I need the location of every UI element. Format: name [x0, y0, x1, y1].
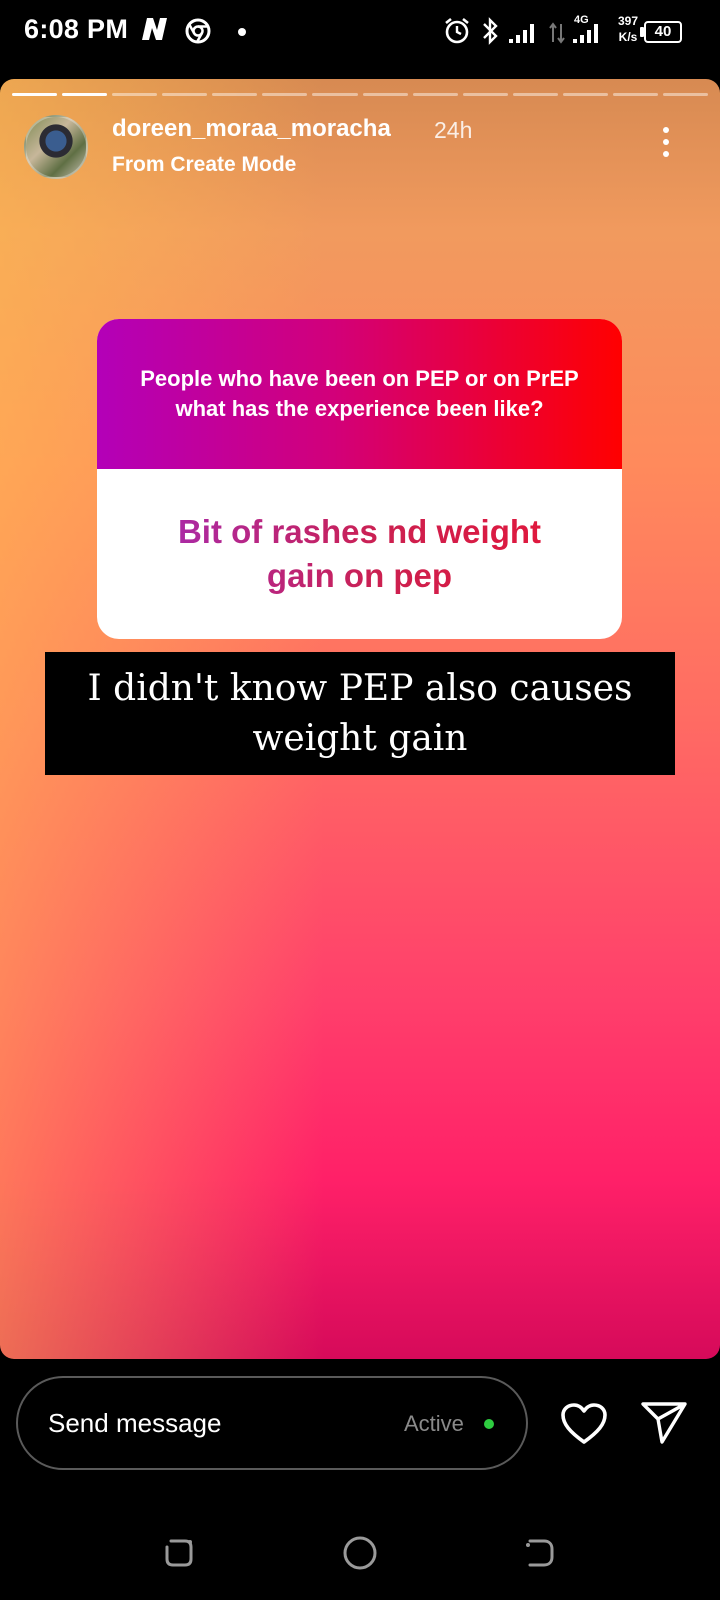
caption-text: I didn't know PEP also causes weight gai… — [87, 667, 633, 759]
home-icon[interactable] — [342, 1535, 378, 1571]
back-icon[interactable] — [524, 1537, 556, 1569]
n-app-icon — [142, 18, 167, 40]
progress-segment — [462, 93, 508, 96]
question-header: People who have been on PEP or on PrEP w… — [97, 319, 622, 469]
active-status-dot — [484, 1419, 494, 1429]
recent-apps-icon[interactable] — [163, 1537, 195, 1569]
caption-box: I didn't know PEP also causes weight gai… — [45, 652, 675, 775]
question-text: People who have been on PEP or on PrEP w… — [140, 366, 579, 421]
more-options-icon[interactable] — [660, 127, 672, 167]
notification-dot-icon — [238, 28, 246, 36]
bluetooth-icon — [483, 17, 498, 45]
chrome-icon — [185, 18, 211, 44]
story-time-ago: 24h — [434, 117, 473, 143]
story-card[interactable]: doreen_moraa_moracha 24h From Create Mod… — [0, 79, 720, 1359]
status-time: 6:08 PM — [24, 14, 129, 44]
progress-segment — [362, 93, 408, 96]
network-speed: 397 K/s — [614, 13, 642, 45]
progress-segment — [612, 93, 659, 96]
signal-icon — [573, 24, 598, 43]
avatar[interactable] — [24, 115, 88, 179]
status-bar: 6:08 PM 4G 397 K/s 40 — [0, 0, 720, 66]
battery-level: 40 — [654, 23, 672, 40]
network-speed-unit: K/s — [618, 30, 638, 44]
progress-segment — [262, 93, 308, 96]
progress-segment — [112, 93, 158, 96]
signal-icon — [509, 24, 534, 43]
send-message-placeholder: Send message — [48, 1408, 222, 1438]
progress-segment — [412, 93, 458, 96]
progress-segment — [162, 93, 208, 96]
progress-segment — [12, 93, 58, 96]
progress-segment — [512, 93, 558, 96]
story-subtitle[interactable]: From Create Mode — [112, 153, 296, 177]
progress-segment — [212, 93, 258, 96]
question-sticker: People who have been on PEP or on PrEP w… — [97, 319, 622, 639]
story-username[interactable]: doreen_moraa_moracha — [112, 115, 391, 143]
alarm-icon — [445, 17, 469, 44]
active-status-text: Active — [404, 1411, 464, 1436]
answer-text: Bit of rashes nd weight gain on pep — [147, 510, 572, 598]
send-message-input[interactable]: Send message Active — [16, 1376, 528, 1470]
data-arrows-icon — [549, 22, 565, 44]
answer-area: Bit of rashes nd weight gain on pep — [97, 469, 622, 639]
send-icon[interactable] — [640, 1400, 688, 1446]
heart-icon[interactable] — [560, 1402, 608, 1446]
network-speed-value: 397 — [617, 14, 639, 28]
story-progress-bar — [12, 93, 709, 97]
progress-segment — [62, 93, 108, 96]
battery-icon: 40 — [644, 21, 682, 43]
progress-segment — [312, 93, 358, 96]
progress-segment — [562, 93, 608, 96]
progress-segment — [663, 93, 709, 96]
